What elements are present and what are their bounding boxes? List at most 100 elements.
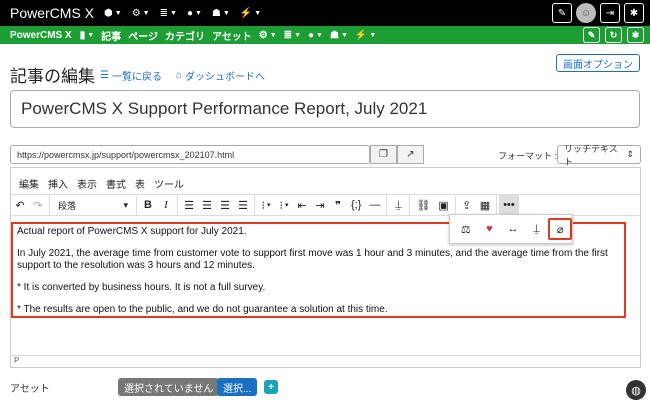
add-asset-button[interactable]: + <box>264 380 278 394</box>
url-field[interactable]: https://powercmsx.jp/support/powercmsx_2… <box>10 145 370 164</box>
comments-icon[interactable]: ● ▼ <box>308 30 323 41</box>
globe-icon[interactable]: ◍ <box>626 380 646 400</box>
insert-asset-icon[interactable]: ▦ <box>476 195 494 215</box>
asset-select-button[interactable]: 選択... <box>217 378 258 396</box>
bold-icon[interactable]: B <box>139 195 157 215</box>
numbered-list-icon[interactable]: ⁝ ▾ <box>275 195 293 215</box>
title-field[interactable]: PowerCMS X Support Performance Report, J… <box>10 90 640 128</box>
avatar[interactable]: ☺ <box>576 3 596 23</box>
database-icon[interactable]: ≣ ▼ <box>160 8 177 19</box>
block-format-select[interactable]: 段落 ▾ <box>52 195 134 215</box>
refresh-icon[interactable]: ↻ <box>605 27 622 43</box>
menu-view[interactable]: 表示 <box>77 176 97 191</box>
block-format-value: 段落 <box>58 200 77 211</box>
editor-path-bar: P <box>10 355 641 367</box>
external-link-icon[interactable]: ↗ <box>397 145 424 164</box>
nav-item-categories[interactable]: カテゴリ <box>165 28 205 43</box>
toolbar-divider <box>136 195 137 215</box>
stamp-icon[interactable]: ⍊ <box>389 195 407 215</box>
editor-toolbar: ↶ ↷ 段落 ▾ B I ☰ ☰ ☰ ☰ ⁝ ▾ ⁝ ▾ ⇤ ⇥ ❞ {;} — ⍊… <box>11 194 640 216</box>
format-select[interactable]: リッチテキスト ⇕ <box>557 144 641 167</box>
nav-item-assets[interactable]: アセット <box>212 28 252 43</box>
chevron-down-icon: ▼ <box>170 9 177 17</box>
database-icon[interactable]: ≣ ▼ <box>284 30 301 41</box>
align-left-icon[interactable]: ☰ <box>180 195 198 215</box>
align-justify-icon[interactable]: ☰ <box>234 195 252 215</box>
find-replace-icon[interactable]: ⚖ <box>454 218 478 240</box>
bullet-list-icon[interactable]: ⁝ ▾ <box>257 195 275 215</box>
indent-icon[interactable]: ⇥ <box>311 195 329 215</box>
back-to-list-label: 一覧に戻る <box>111 72 162 83</box>
chevron-down-icon: ▾ <box>266 202 271 209</box>
nav-item-pages[interactable]: ページ <box>128 28 158 43</box>
edit-icon[interactable]: ✎ <box>583 27 600 43</box>
width-icon[interactable]: ↔ <box>501 218 525 240</box>
comments-icon[interactable]: ● ▼ <box>187 8 202 19</box>
italic-icon[interactable]: I <box>157 195 175 215</box>
asset-label: アセット <box>10 384 50 395</box>
gear-icon[interactable]: ⚙ ▼ <box>132 8 150 19</box>
site-navbar: PowerCMS X ▮ ▼ 記事 ページ カテゴリ アセット ⚙ ▼ ≣ ▼ ● ▼ … <box>0 26 650 44</box>
paragraph: * It is converted by business hours. It … <box>17 282 266 293</box>
chevron-down-icon: ▼ <box>142 9 150 17</box>
format-value: リッチテキスト <box>564 143 618 167</box>
users-icon[interactable]: ☗ ▼ <box>330 30 348 41</box>
link-icon[interactable]: ⛓ <box>412 195 434 215</box>
page-title: 記事の編集 <box>10 67 95 86</box>
plug-icon[interactable]: ⚡ ▼ <box>355 30 376 41</box>
blockquote-icon[interactable]: ❞ <box>329 195 347 215</box>
clear-format-icon[interactable]: ⌀ <box>548 218 573 240</box>
upload-icon[interactable]: ⇪ <box>458 195 476 215</box>
menu-insert[interactable]: 挿入 <box>48 176 68 191</box>
chevron-down-icon: ▼ <box>340 31 348 39</box>
gear-icon[interactable]: ⚙ ▼ <box>259 30 277 41</box>
undo-icon[interactable]: ↶ <box>11 195 29 215</box>
select-arrows-icon: ⇕ <box>626 149 634 159</box>
align-center-icon[interactable]: ☰ <box>198 195 216 215</box>
site-right-actions: ✎ ↻ ✱ <box>583 27 644 43</box>
sign-out-icon[interactable]: ⇥ <box>600 3 620 23</box>
format-label: フォーマット : <box>498 151 558 161</box>
chevron-down-icon: ▾ <box>284 202 289 209</box>
dashboard-link[interactable]: ⌂ ダッシュボードへ <box>176 68 265 83</box>
screen-options-button[interactable]: 画面オプション <box>556 54 640 72</box>
emoticons-icon[interactable]: ♥ <box>478 218 502 240</box>
toolbar-overflow-popover: ⚖ ♥ ↔ ⍊ ⌀ <box>449 214 573 244</box>
redo-icon[interactable]: ↷ <box>29 195 47 215</box>
chevron-down-icon: ▼ <box>194 9 202 17</box>
top-navbar: PowerCMS X ⬢ ▼ ⚙ ▼ ≣ ▼ ● ▼ ☗ ▼ ⚡ ▼ ✎ ☺ ⇥ ✱ <box>0 0 650 26</box>
back-to-list-link[interactable]: ☰ 一覧に戻る <box>100 68 162 83</box>
edit-icon[interactable]: ✎ <box>552 3 572 23</box>
plug-icon[interactable]: ⚡ ▼ <box>240 8 261 19</box>
menu-edit[interactable]: 編集 <box>19 176 39 191</box>
list-icon: ☰ <box>100 70 109 81</box>
image-icon[interactable]: ▣ <box>434 195 452 215</box>
nav-item-entries[interactable]: 記事 <box>101 28 121 43</box>
horizontal-rule-icon[interactable]: — <box>365 195 384 215</box>
paragraph: In July 2021, the average time from cust… <box>17 248 608 271</box>
wrench-icon[interactable]: ✱ <box>627 27 644 43</box>
toolbar-divider <box>254 195 255 215</box>
site-name[interactable]: PowerCMS X <box>0 30 72 41</box>
code-icon[interactable]: {;} <box>347 195 365 215</box>
chevron-down-icon: ▼ <box>269 31 277 39</box>
cube-icon[interactable]: ⬢ ▼ <box>104 8 122 19</box>
outdent-icon[interactable]: ⇤ <box>293 195 311 215</box>
brand-title[interactable]: PowerCMS X <box>0 5 94 21</box>
menu-tools[interactable]: ツール <box>154 176 184 191</box>
toolbar-divider <box>386 195 388 215</box>
wrench-icon[interactable]: ✱ <box>624 3 644 23</box>
users-icon[interactable]: ☗ ▼ <box>212 8 230 19</box>
copy-icon[interactable]: ❐ <box>370 145 397 164</box>
menu-format[interactable]: 書式 <box>106 176 126 191</box>
bookmark-icon[interactable]: ▮ ▼ <box>80 30 94 41</box>
chevron-down-icon: ▼ <box>316 31 323 39</box>
stamp-icon[interactable]: ⍊ <box>525 218 549 240</box>
toolbar-divider <box>496 195 498 215</box>
menu-table[interactable]: 表 <box>135 176 145 191</box>
editor-menubar: 編集 挿入 表示 書式 表 ツール <box>19 176 184 191</box>
chevron-down-icon: ▼ <box>369 31 377 39</box>
more-icon[interactable]: ••• <box>499 195 519 215</box>
toolbar-divider <box>454 195 456 215</box>
align-right-icon[interactable]: ☰ <box>216 195 234 215</box>
